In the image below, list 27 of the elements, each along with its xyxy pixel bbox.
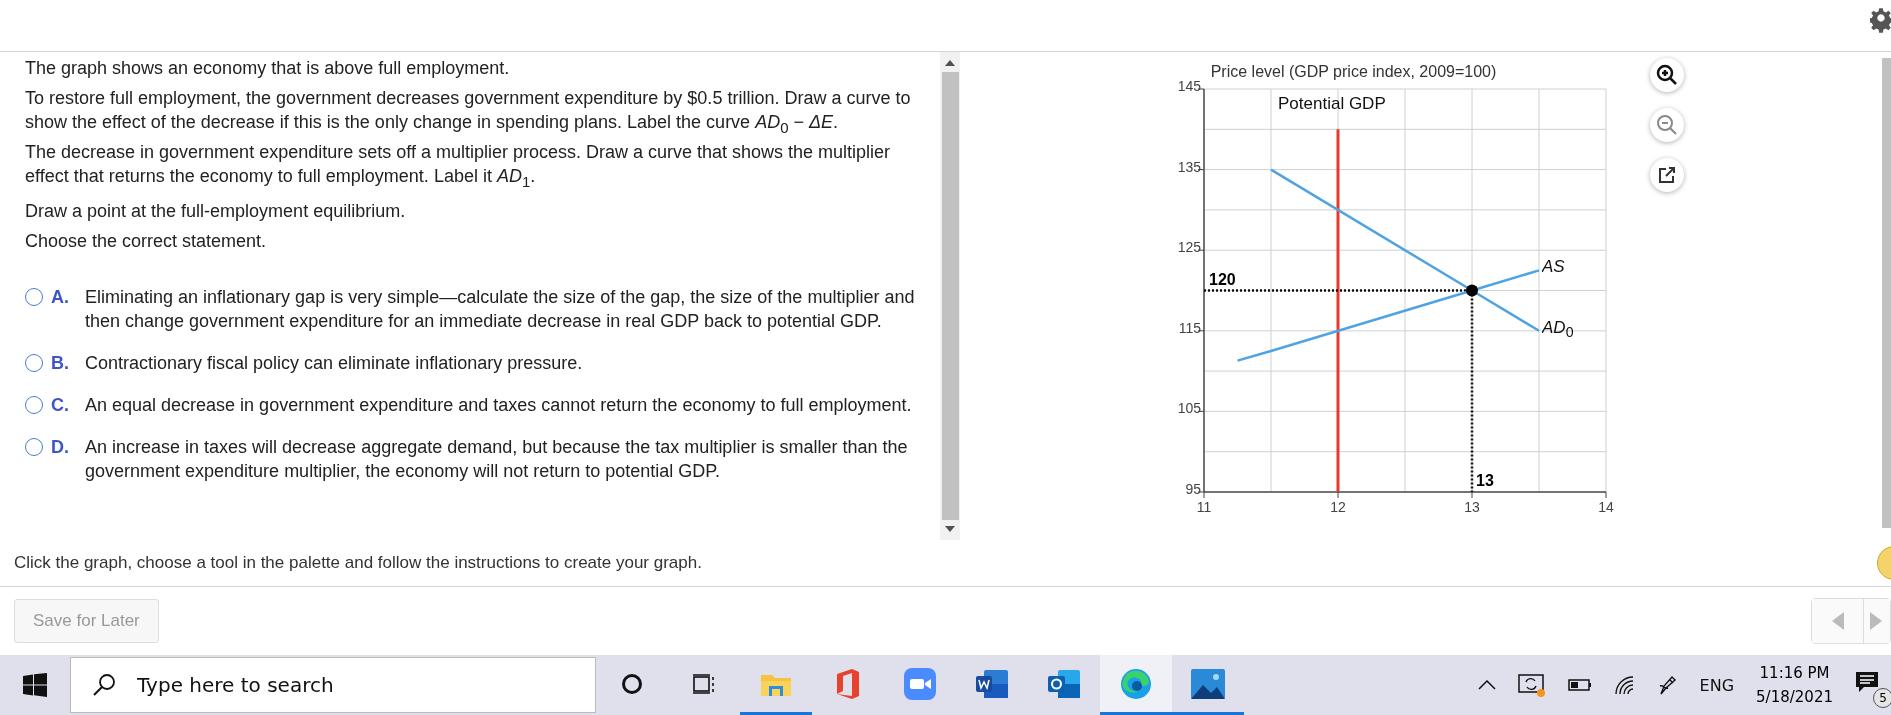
y-tick-label: 95: [1185, 481, 1201, 497]
question-text: The decrease in government expenditure sets off a multiplier process. Draw a curve that shows the multiplier effect that returns the economy to full employment. Label it AD$_{1}$.: [25, 140, 892, 192]
x-tick-label: 12: [1330, 499, 1346, 515]
y-tick-label: 105: [1177, 400, 1201, 417]
option-letter: D.: [51, 436, 70, 460]
y-axis-title: Price level (GDP price index, 2009=100): [1210, 63, 1497, 80]
option-letter: B.: [51, 352, 70, 376]
y-tick-label: 135: [1177, 158, 1201, 175]
y-tick-label: 125: [1177, 239, 1201, 256]
question-text: The graph shows an economy that is above full employment.: [25, 57, 511, 80]
option-letter: A.: [51, 286, 70, 310]
curve-label: Potential GDP: [1278, 94, 1386, 114]
curve-label: AS: [1542, 257, 1565, 277]
point-label: 120: [1209, 270, 1236, 288]
y-tick-label: 115: [1178, 319, 1201, 336]
curve-label: AD$_{0}$: [1542, 317, 1574, 337]
question-text: Draw a point at the full-employment equilibrium.: [25, 200, 407, 224]
notification-count: 5: [1873, 688, 1891, 708]
y-tick-label: 145: [1177, 78, 1201, 94]
x-tick-label: 13: [1464, 499, 1480, 515]
x-tick-label: 11: [1196, 499, 1212, 515]
instruction-text: Click the graph, choose a tool in the palette and follow the instructions to create your graph.: [14, 553, 702, 573]
question-text: Choose the correct statement.: [25, 230, 268, 254]
point-label: 13: [1476, 472, 1494, 489]
option-letter: C.: [51, 394, 70, 418]
x-tick-label: 14: [1598, 499, 1614, 515]
question-text: To restore full employment, the government decreases government expenditure by $0.5 trillion. Draw a curve to show the effect of the decrease if this is the only change in spending plans. Label the curve AD$_{0}$ − ΔE.: [25, 87, 912, 138]
